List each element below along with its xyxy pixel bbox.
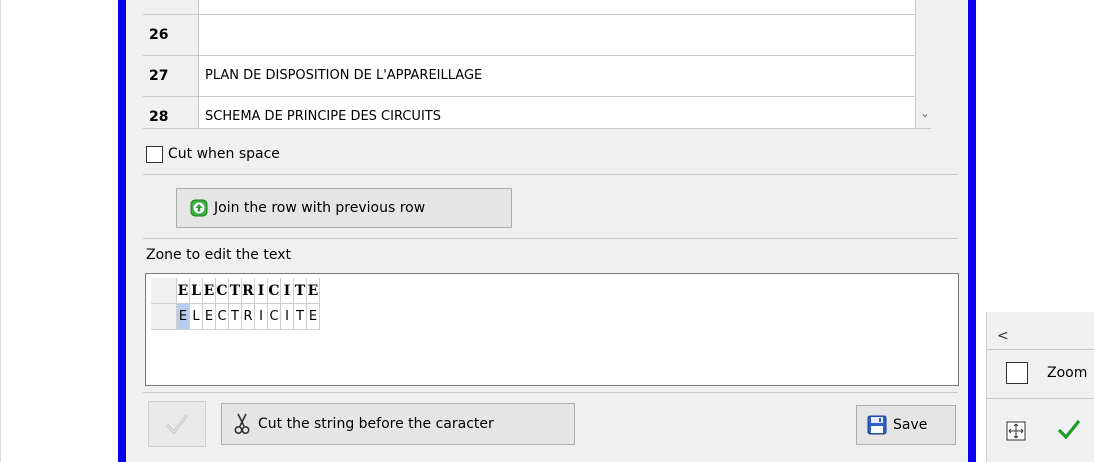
window-edge xyxy=(0,0,1,462)
row-header xyxy=(151,304,177,330)
header-char: I xyxy=(281,278,294,304)
chevron-down-icon[interactable]: ⌄ xyxy=(919,108,931,120)
row-number xyxy=(143,0,199,14)
row-text[interactable]: SCHEMA DE PRINCIPE DES CIRCUITS xyxy=(201,97,916,128)
divider xyxy=(143,174,958,175)
checkmark-icon[interactable] xyxy=(1057,418,1081,440)
character-header-row: E L E C T R I C I T E xyxy=(151,278,320,304)
checkmark-icon xyxy=(163,411,191,437)
header-char: C xyxy=(216,278,229,304)
edit-zone-label: Zone to edit the text xyxy=(146,247,291,263)
scroll-left-button[interactable]: < xyxy=(997,328,1009,344)
header-char: E xyxy=(177,278,190,304)
edit-zone[interactable]: E L E C T R I C I T E E L E C T R I C I … xyxy=(145,273,959,386)
join-row-button[interactable]: Join the row with previous row xyxy=(176,188,512,228)
divider xyxy=(143,392,958,393)
scissors-icon xyxy=(234,413,250,435)
cut-when-space-checkbox[interactable] xyxy=(146,146,163,163)
char-cell[interactable]: T xyxy=(294,304,307,330)
char-cell[interactable]: I xyxy=(281,304,294,330)
header-char: T xyxy=(294,278,307,304)
header-char: R xyxy=(242,278,255,304)
save-label: Save xyxy=(893,417,928,433)
divider xyxy=(987,349,1094,350)
char-cell[interactable]: C xyxy=(268,304,281,330)
char-cell[interactable]: E xyxy=(177,304,190,330)
fit-to-window-icon[interactable] xyxy=(1006,421,1026,441)
table-row[interactable] xyxy=(143,0,916,15)
char-cell[interactable]: R xyxy=(242,304,255,330)
cut-string-button[interactable]: Cut the string before the caracter xyxy=(221,403,575,445)
header-char: E xyxy=(203,278,216,304)
cut-string-label: Cut the string before the caracter xyxy=(258,416,494,432)
table-row[interactable]: 27 PLAN DE DISPOSITION DE L'APPAREILLAGE xyxy=(143,56,916,97)
char-cell[interactable]: T xyxy=(229,304,242,330)
char-cell[interactable]: I xyxy=(255,304,268,330)
divider xyxy=(987,398,1094,399)
header-char: E xyxy=(307,278,320,304)
char-cell[interactable]: E xyxy=(203,304,216,330)
zoom-checkbox[interactable] xyxy=(1006,362,1028,384)
table-row[interactable]: 28 SCHEMA DE PRINCIPE DES CIRCUITS xyxy=(143,97,916,128)
row-number: 26 xyxy=(143,15,199,55)
char-cell[interactable]: L xyxy=(190,304,203,330)
cut-when-space-label: Cut when space xyxy=(168,146,280,162)
character-value-row[interactable]: E L E C T R I C I T E xyxy=(151,304,320,330)
char-cell[interactable]: E xyxy=(307,304,320,330)
header-char: I xyxy=(255,278,268,304)
zoom-label: Zoom xyxy=(1047,365,1088,381)
row-number: 28 xyxy=(143,97,199,128)
rows-grid[interactable]: 26 27 PLAN DE DISPOSITION DE L'APPAREILL… xyxy=(143,0,931,129)
header-char: L xyxy=(190,278,203,304)
row-header xyxy=(151,278,177,304)
row-text[interactable] xyxy=(201,15,916,55)
side-panel: < Zoom xyxy=(986,312,1094,462)
row-text[interactable]: PLAN DE DISPOSITION DE L'APPAREILLAGE xyxy=(201,56,916,96)
join-row-label: Join the row with previous row xyxy=(214,200,426,216)
row-text[interactable] xyxy=(201,0,916,14)
floppy-disk-icon xyxy=(867,415,887,435)
save-button[interactable]: Save xyxy=(856,405,956,445)
table-row[interactable]: 26 xyxy=(143,15,916,56)
header-char: T xyxy=(229,278,242,304)
divider xyxy=(143,238,958,239)
header-char: C xyxy=(268,278,281,304)
char-cell[interactable]: C xyxy=(216,304,229,330)
green-up-arrow-icon xyxy=(190,199,208,217)
row-number: 27 xyxy=(143,56,199,96)
confirm-disabled-button[interactable] xyxy=(148,401,206,447)
